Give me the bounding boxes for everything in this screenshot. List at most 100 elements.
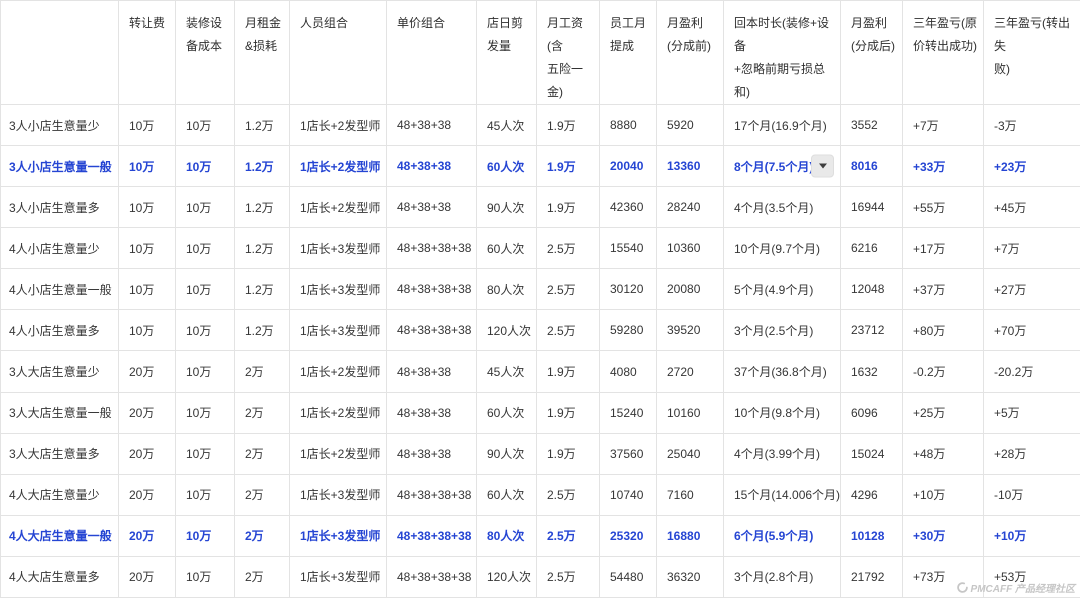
table-cell[interactable]: 1店长+3发型师 <box>290 474 387 515</box>
table-cell[interactable]: +25万 <box>903 392 984 433</box>
table-cell[interactable]: 48+38+38+38 <box>387 269 477 310</box>
table-cell[interactable]: 2.5万 <box>537 515 600 556</box>
table-cell[interactable]: 60人次 <box>477 474 537 515</box>
column-header[interactable]: 回本时长(装修+设备 +忽略前期亏损总和) <box>724 1 841 105</box>
table-cell[interactable]: +30万 <box>903 515 984 556</box>
table-cell[interactable]: 80人次 <box>477 515 537 556</box>
table-cell[interactable]: 48+38+38 <box>387 351 477 392</box>
table-cell[interactable]: 48+38+38 <box>387 105 477 146</box>
table-cell[interactable]: 42360 <box>600 187 657 228</box>
cell-dropdown-button[interactable] <box>811 155 834 178</box>
table-cell[interactable]: 20万 <box>119 392 176 433</box>
table-cell[interactable]: 1店长+3发型师 <box>290 556 387 597</box>
table-cell[interactable]: 37560 <box>600 433 657 474</box>
table-cell[interactable]: 10万 <box>176 515 235 556</box>
table-cell[interactable]: 10万 <box>176 474 235 515</box>
table-cell[interactable]: 10万 <box>119 228 176 269</box>
column-header[interactable]: 三年盈亏(转出失 败) <box>984 1 1080 105</box>
table-cell[interactable]: 2万 <box>235 392 290 433</box>
table-cell[interactable]: 1.9万 <box>537 351 600 392</box>
table-cell[interactable]: 5920 <box>657 105 724 146</box>
table-cell[interactable]: 48+38+38+38 <box>387 515 477 556</box>
table-cell[interactable]: 15个月(14.006个月) <box>724 474 841 515</box>
table-cell[interactable]: +17万 <box>903 228 984 269</box>
table-cell[interactable]: +45万 <box>984 187 1080 228</box>
table-cell[interactable]: 10万 <box>119 105 176 146</box>
table-cell[interactable]: +37万 <box>903 269 984 310</box>
table-cell[interactable]: 10万 <box>119 146 176 187</box>
table-cell[interactable]: 48+38+38 <box>387 187 477 228</box>
table-cell[interactable]: 3个月(2.8个月) <box>724 556 841 597</box>
table-cell[interactable]: 1.2万 <box>235 146 290 187</box>
table-cell[interactable]: 13360 <box>657 146 724 187</box>
table-cell[interactable]: 48+38+38+38 <box>387 310 477 351</box>
table-cell[interactable]: -0.2万 <box>903 351 984 392</box>
table-cell[interactable]: 1.2万 <box>235 187 290 228</box>
table-cell[interactable]: 8016 <box>841 146 903 187</box>
row-label[interactable]: 3人大店生意量一般 <box>1 392 119 433</box>
table-cell[interactable]: -20.2万 <box>984 351 1080 392</box>
table-cell[interactable]: 20万 <box>119 433 176 474</box>
table-cell[interactable]: +70万 <box>984 310 1080 351</box>
column-header[interactable]: 月工资(含 五险一金) <box>537 1 600 105</box>
row-label[interactable]: 4人小店生意量多 <box>1 310 119 351</box>
row-label[interactable]: 3人小店生意量少 <box>1 105 119 146</box>
table-cell[interactable]: 2万 <box>235 556 290 597</box>
table-cell[interactable]: 48+38+38 <box>387 392 477 433</box>
table-cell[interactable]: +7万 <box>903 105 984 146</box>
table-cell[interactable]: 1.2万 <box>235 310 290 351</box>
table-cell[interactable]: 20万 <box>119 515 176 556</box>
table-cell[interactable]: 60人次 <box>477 392 537 433</box>
row-label[interactable]: 3人大店生意量少 <box>1 351 119 392</box>
column-header[interactable]: 月盈利 (分成前) <box>657 1 724 105</box>
table-cell[interactable]: 1.9万 <box>537 146 600 187</box>
table-cell[interactable]: 1店长+3发型师 <box>290 269 387 310</box>
table-cell[interactable]: 2.5万 <box>537 556 600 597</box>
table-cell[interactable]: 7160 <box>657 474 724 515</box>
row-label[interactable]: 4人大店生意量多 <box>1 556 119 597</box>
table-cell[interactable]: 25040 <box>657 433 724 474</box>
table-cell[interactable]: 10万 <box>176 269 235 310</box>
table-cell[interactable]: 6216 <box>841 228 903 269</box>
table-cell[interactable]: 15540 <box>600 228 657 269</box>
table-cell[interactable]: +73万 <box>903 556 984 597</box>
table-cell[interactable]: 15024 <box>841 433 903 474</box>
table-cell[interactable]: 60人次 <box>477 146 537 187</box>
table-cell[interactable]: 21792 <box>841 556 903 597</box>
table-cell[interactable]: -3万 <box>984 105 1080 146</box>
table-cell[interactable]: 4296 <box>841 474 903 515</box>
row-label[interactable]: 4人小店生意量少 <box>1 228 119 269</box>
table-cell[interactable]: 1.9万 <box>537 187 600 228</box>
table-cell[interactable]: 10万 <box>176 228 235 269</box>
table-cell[interactable]: 10个月(9.7个月) <box>724 228 841 269</box>
table-cell[interactable]: 6096 <box>841 392 903 433</box>
table-cell[interactable]: 8880 <box>600 105 657 146</box>
table-cell[interactable]: 23712 <box>841 310 903 351</box>
table-cell[interactable]: 10万 <box>176 392 235 433</box>
table-cell[interactable]: 36320 <box>657 556 724 597</box>
table-cell[interactable]: 10万 <box>176 556 235 597</box>
table-cell[interactable]: 1.9万 <box>537 392 600 433</box>
table-cell[interactable]: +55万 <box>903 187 984 228</box>
table-cell[interactable]: 3552 <box>841 105 903 146</box>
table-cell[interactable]: 90人次 <box>477 433 537 474</box>
table-cell[interactable]: 48+38+38+38 <box>387 556 477 597</box>
table-cell[interactable]: 2.5万 <box>537 310 600 351</box>
table-cell[interactable]: 2万 <box>235 351 290 392</box>
table-cell[interactable]: 2.5万 <box>537 228 600 269</box>
row-label[interactable]: 3人小店生意量多 <box>1 187 119 228</box>
table-cell[interactable]: 59280 <box>600 310 657 351</box>
table-cell[interactable]: 10360 <box>657 228 724 269</box>
table-cell[interactable]: 25320 <box>600 515 657 556</box>
table-cell[interactable]: 120人次 <box>477 556 537 597</box>
table-cell[interactable]: 8个月(7.5个月) <box>724 146 841 187</box>
table-cell[interactable]: 2万 <box>235 515 290 556</box>
table-cell[interactable]: 2.5万 <box>537 269 600 310</box>
table-cell[interactable]: 45人次 <box>477 351 537 392</box>
table-cell[interactable]: 10万 <box>176 105 235 146</box>
row-label[interactable]: 4人大店生意量少 <box>1 474 119 515</box>
table-cell[interactable]: 1店长+3发型师 <box>290 310 387 351</box>
table-cell[interactable]: 1店长+2发型师 <box>290 392 387 433</box>
column-header[interactable]: 转让费 <box>119 1 176 105</box>
table-cell[interactable]: 12048 <box>841 269 903 310</box>
